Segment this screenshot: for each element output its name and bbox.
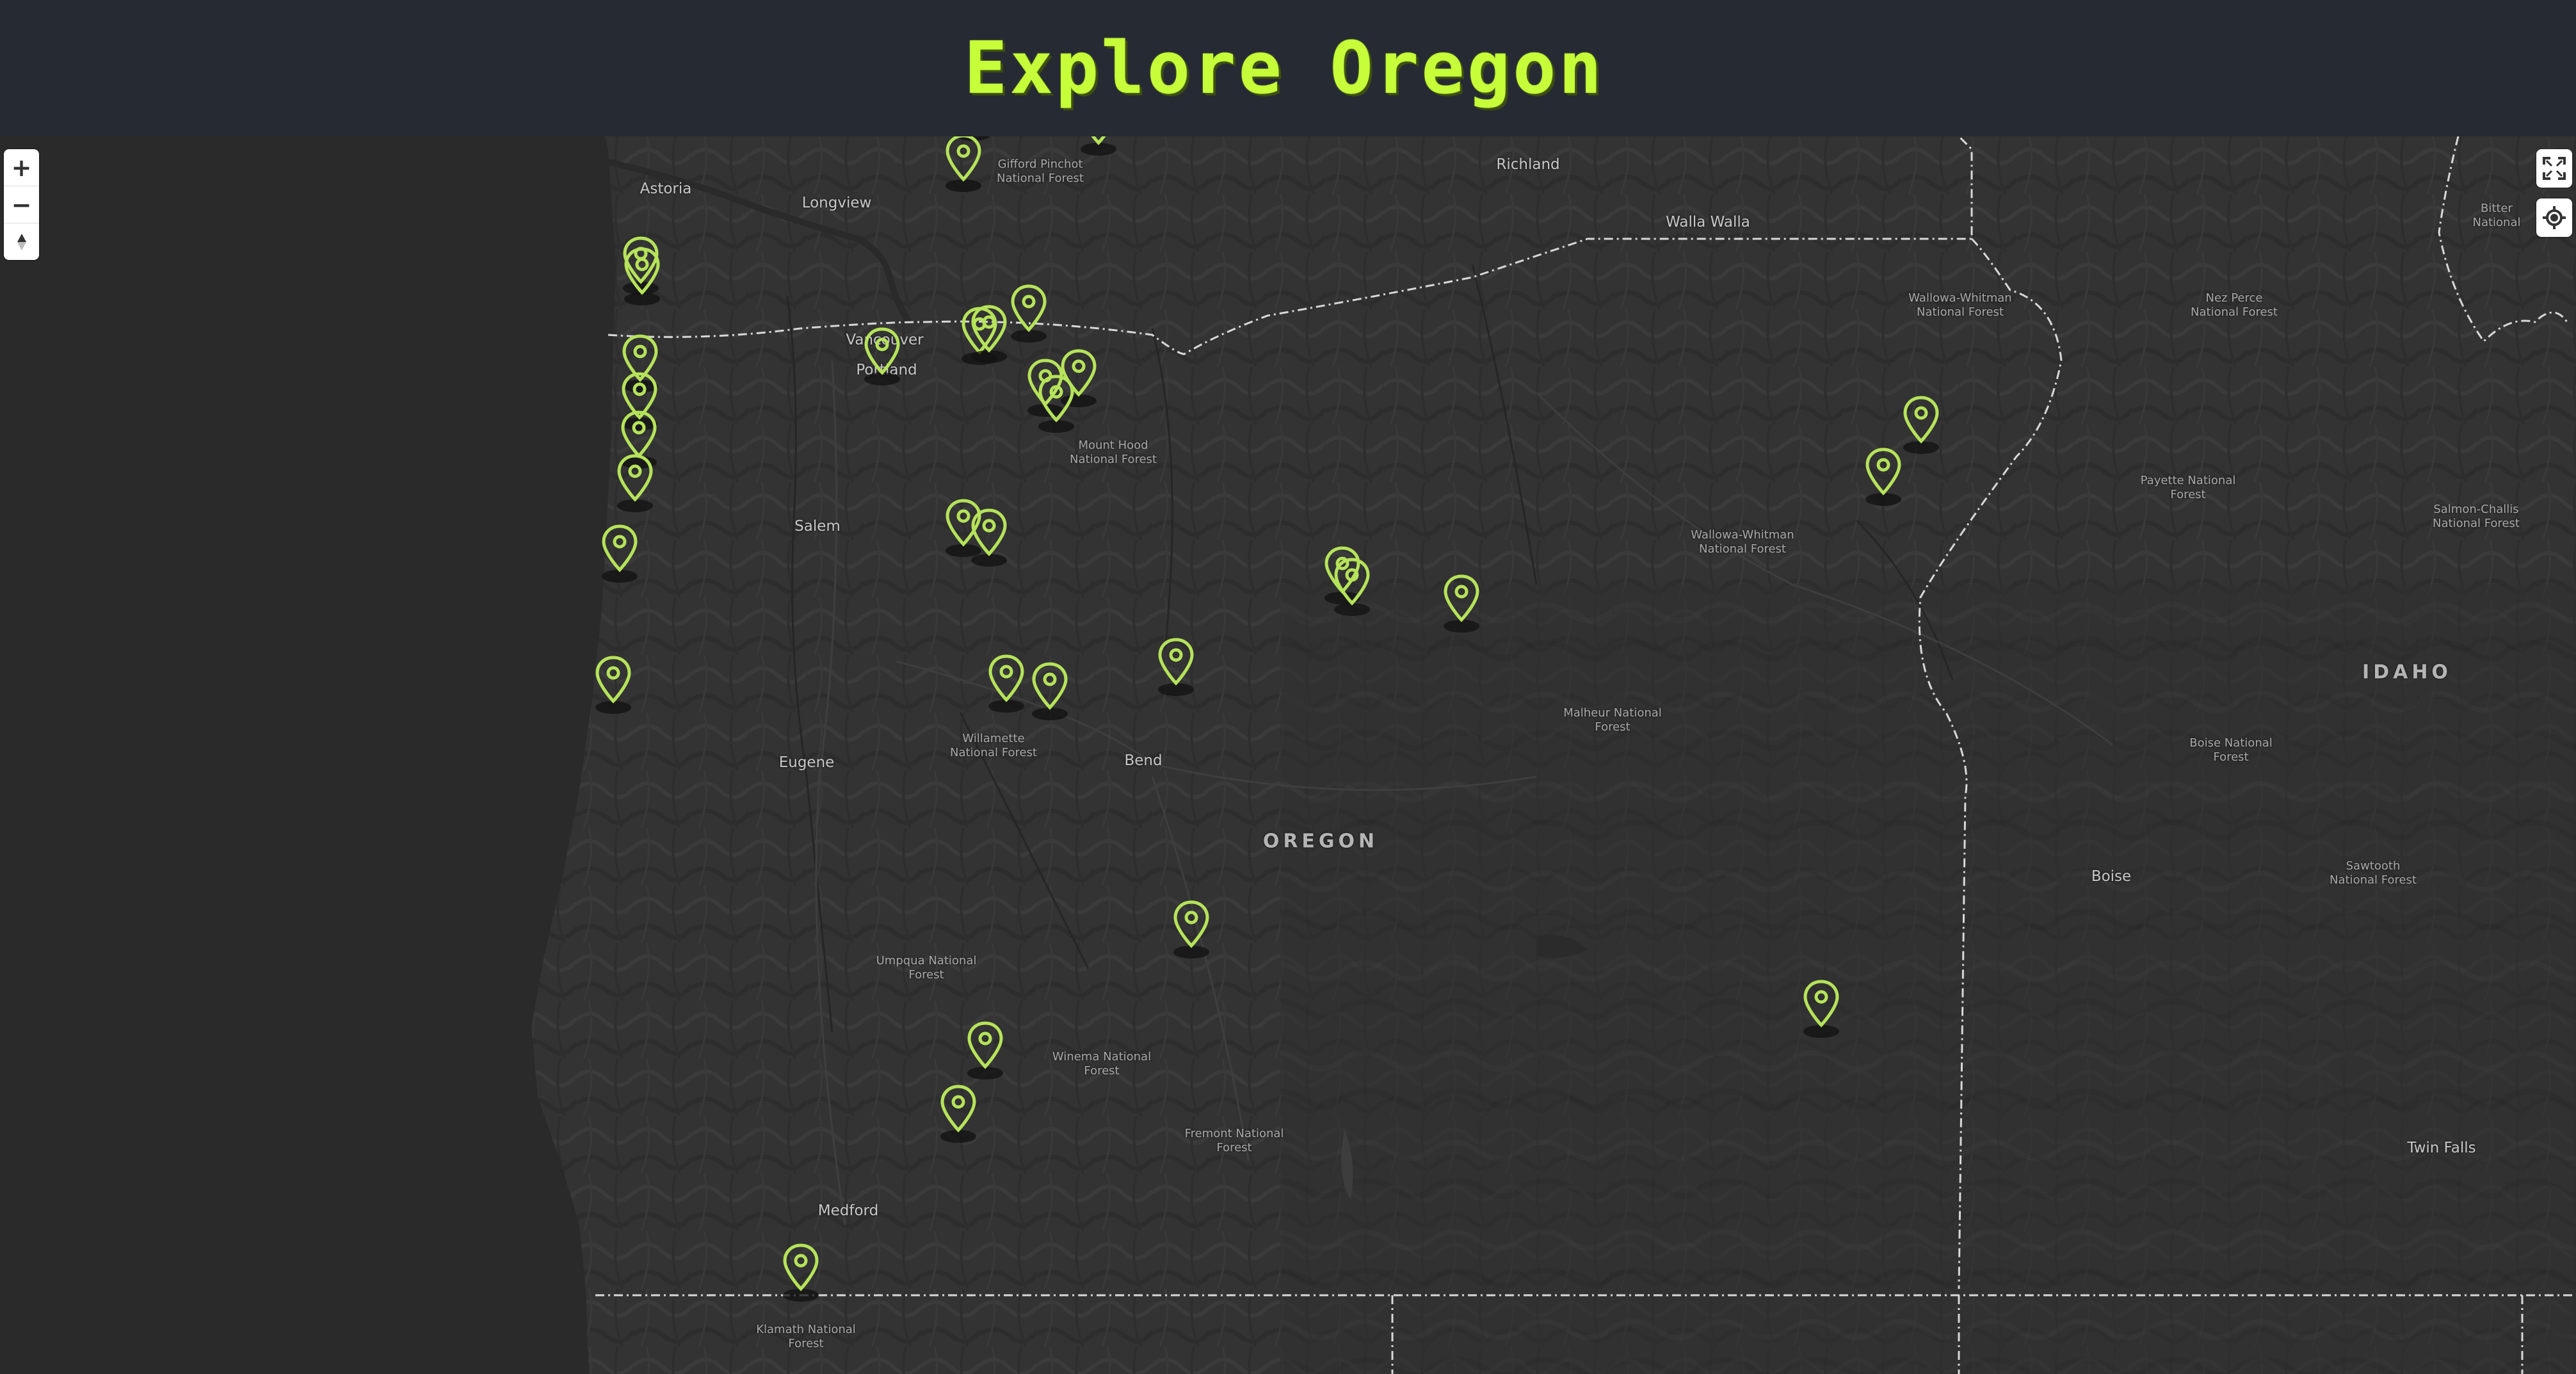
map-label: Umpqua National Forest [876,954,977,982]
map-pin-icon [595,656,631,714]
map-pin-icon [783,1243,819,1302]
map-pin-icon [1803,980,1839,1038]
location-marker[interactable] [1034,374,1079,433]
map-pin-icon [1011,284,1047,343]
location-marker[interactable] [1861,447,1906,506]
location-marker[interactable] [620,247,664,305]
map-pin-icon [967,1021,1003,1079]
location-marker[interactable] [936,1084,981,1143]
map-label: OREGON [1262,830,1379,853]
app-header: Explore Oregon [0,0,2576,136]
map-pin-icon [1032,662,1068,720]
east-terrain [1280,585,2576,1374]
map-label: Boise National Forest [2189,736,2273,764]
map-label: Sawtooth National Forest [2330,859,2417,887]
map-label: Mount Hood National Forest [1070,439,1157,466]
map-pin-icon [946,136,981,192]
map-label: Winema National Forest [1052,1050,1152,1078]
location-marker[interactable] [967,304,1011,363]
map-label: Klamath National Forest [756,1323,856,1350]
location-marker[interactable] [860,327,905,385]
location-marker[interactable] [984,654,1029,713]
location-marker[interactable] [1439,574,1484,633]
map-pin-icon [988,654,1024,713]
map-label: Wallowa-Whitman National Forest [1908,291,2012,319]
compass-icon [17,233,26,250]
location-marker[interactable] [1027,661,1072,720]
map-pin-icon [1865,448,1901,506]
map-label: Bitter National [2472,202,2521,229]
geolocate-icon [2543,206,2566,229]
map-label: Longview [801,195,872,211]
map-pin-icon [617,454,653,512]
location-marker[interactable] [591,655,636,714]
map-label: Astoria [640,181,692,197]
location-marker[interactable] [941,136,986,192]
map-label: Willamette National Forest [950,732,1037,759]
compass-button[interactable] [4,223,39,260]
location-marker[interactable] [597,524,642,583]
map-pin-icon [940,1085,976,1143]
location-marker[interactable] [1169,900,1214,958]
map-label: Medford [817,1202,879,1219]
zoom-control: + − [4,149,39,260]
map-label: Malheur National Forest [1563,706,1662,734]
location-marker[interactable] [963,1021,1008,1079]
map-label: Nez Perce National Forest [2191,291,2278,319]
map-pin-icon [864,327,900,385]
map-pin-icon [1081,136,1116,156]
map-pin-icon [971,508,1007,567]
map-label: Richland [1496,156,1560,173]
fullscreen-button[interactable] [2536,149,2572,188]
geolocate-button[interactable] [2536,198,2572,237]
zoom-in-button[interactable]: + [4,149,39,186]
location-marker[interactable] [1799,979,1844,1038]
map-label: Boise [2091,868,2132,885]
map-pin-icon [1903,396,1939,454]
location-marker[interactable] [1006,284,1051,343]
map-label: Eugene [778,754,835,771]
map-label: Salmon-Challis National Forest [2433,503,2520,530]
map-pin-icon [1158,638,1194,696]
map-pin-icon [624,247,660,305]
location-marker[interactable] [1076,136,1121,156]
location-marker[interactable] [967,508,1011,567]
map-label: Twin Falls [2407,1140,2476,1156]
map-pin-icon [1334,558,1370,616]
location-marker[interactable] [613,453,657,512]
map-label: Wallowa-Whitman National Forest [1691,528,1794,556]
page-title: Explore Oregon [963,26,1604,110]
map-label: Gifford Pinchot National Forest [997,158,1084,185]
zoom-out-button[interactable]: − [4,186,39,223]
map-label: Payette National Forest [2140,474,2236,501]
location-marker[interactable] [1330,557,1374,616]
map-canvas[interactable]: Astoria Longview Gifford Pinchot Nationa… [0,136,2576,1374]
map-label: IDAHO [2362,661,2452,684]
map-label: Fremont National Forest [1184,1127,1284,1154]
map-label: Salem [794,518,841,535]
map-pin-icon [1173,900,1209,958]
map-pin-icon [1038,375,1074,433]
map-pin-icon [1444,574,1479,633]
map-pin-icon [971,305,1007,363]
location-marker[interactable] [778,1243,823,1302]
map-pin-icon [602,524,638,583]
map-label: Bend [1124,752,1163,769]
fullscreen-icon [2543,157,2566,180]
location-marker[interactable] [1154,637,1198,696]
map-label: Walla Walla [1666,214,1750,230]
location-marker[interactable] [1899,395,1944,454]
